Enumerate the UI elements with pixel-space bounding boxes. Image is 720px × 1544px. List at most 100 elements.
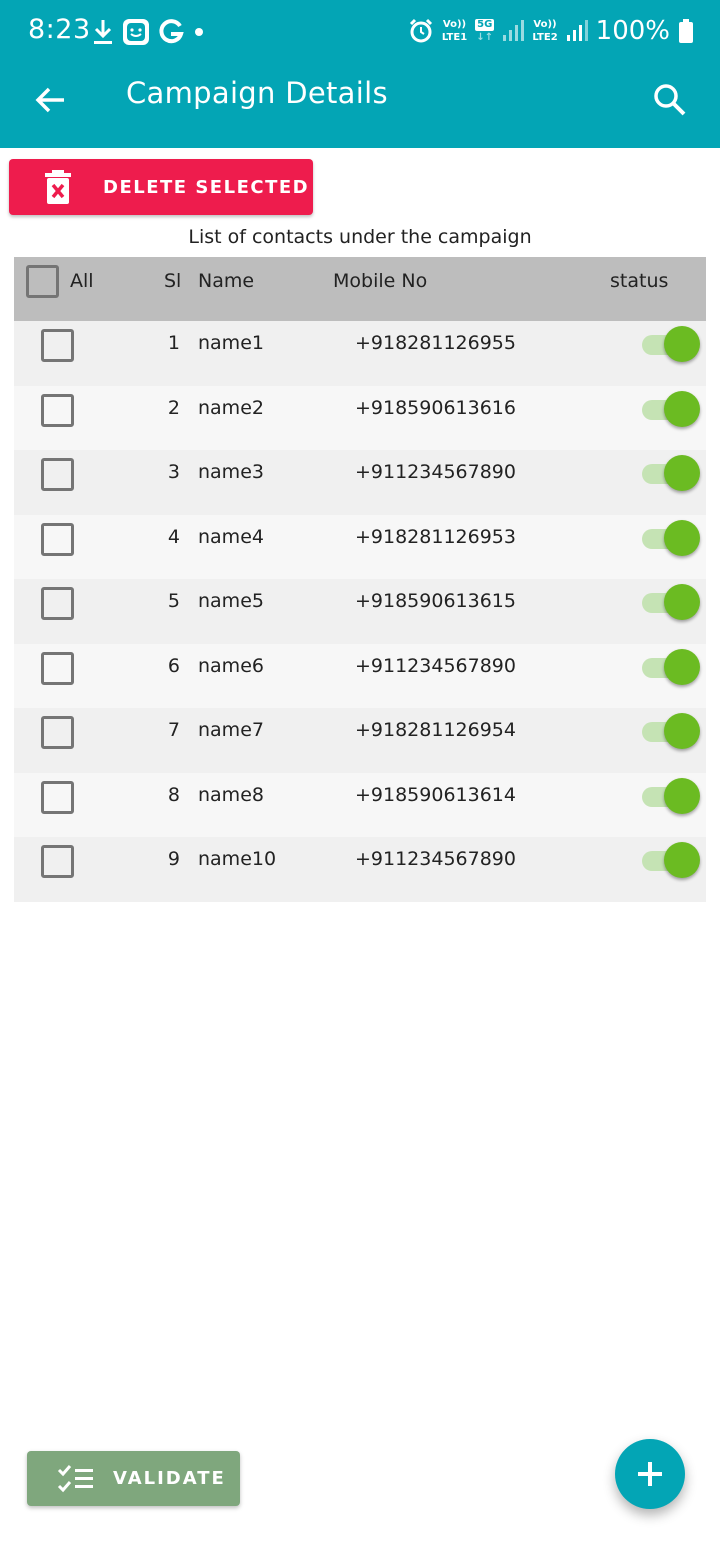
row-mobile: +918281126955 <box>355 332 516 354</box>
row-mobile: +918281126953 <box>355 525 516 548</box>
row-name: name3 <box>198 461 264 483</box>
status-toggle[interactable] <box>642 777 700 814</box>
toggle-thumb <box>664 455 700 491</box>
status-toggle[interactable] <box>642 713 700 749</box>
list-caption: List of contacts under the campaign <box>188 226 532 248</box>
delete-selected-label: DELETE SELECTED <box>103 176 310 198</box>
table-row: 7 name7 +918281126954 <box>14 708 706 773</box>
table-row: 6 name6 +911234567890 <box>14 643 706 708</box>
row-name: name10 <box>198 848 277 870</box>
toggle-thumb <box>664 390 700 427</box>
row-name: name5 <box>198 590 264 612</box>
row-mobile: +911234567890 <box>355 848 516 870</box>
row-sl: 2 <box>167 396 180 419</box>
row-mobile: +918590613616 <box>355 396 516 419</box>
page-title: Campaign Details <box>126 76 388 110</box>
row-mobile: +911234567890 <box>355 654 516 677</box>
table-row: 2 name2 +918590613616 <box>14 385 706 450</box>
search-icon <box>654 84 686 116</box>
arrow-left-icon <box>35 87 64 113</box>
row-checkbox[interactable] <box>41 651 74 685</box>
search-button[interactable] <box>646 76 694 124</box>
sim2-indicator: Vo)) LTE2 <box>532 18 558 43</box>
table-row: 9 name10 +911234567890 <box>14 837 706 902</box>
row-sl: 9 <box>167 848 180 870</box>
table-body: 1 name1 +918281126955 2 name2 +918590613616 3 n… <box>14 321 706 902</box>
select-all-checkbox[interactable] <box>26 265 59 298</box>
signal-icon <box>503 20 525 41</box>
row-sl: 3 <box>167 461 180 483</box>
google-icon <box>159 19 184 44</box>
back-button[interactable] <box>28 78 72 122</box>
header-name: Name <box>198 270 255 292</box>
status-toggle[interactable] <box>642 648 700 685</box>
table-header: All Sl Name Mobile No status <box>14 257 706 321</box>
row-mobile: +918590613615 <box>355 590 516 612</box>
header-status: status <box>610 270 669 292</box>
status-bar: 8:23 Vo)) LTE1 5G ↓↑ Vo)) LTE2 100% <box>0 0 720 62</box>
status-toggle[interactable] <box>642 455 700 491</box>
status-right-icons: Vo)) LTE1 5G ↓↑ Vo)) LTE2 100% <box>408 14 694 48</box>
battery-icon <box>679 19 693 43</box>
row-checkbox[interactable] <box>41 587 74 620</box>
add-contact-button[interactable] <box>615 1439 685 1509</box>
battery-percent: 100% <box>595 16 670 46</box>
row-checkbox[interactable] <box>41 329 74 362</box>
toggle-thumb <box>664 519 700 556</box>
toggle-thumb <box>664 648 700 685</box>
signal-icon <box>566 20 588 41</box>
validate-label: VALIDATE <box>113 1468 226 1489</box>
row-sl: 7 <box>167 719 180 741</box>
row-name: name4 <box>198 525 264 548</box>
status-time: 8:23 <box>28 14 91 45</box>
delete-icon <box>45 170 71 204</box>
status-toggle[interactable] <box>642 326 700 362</box>
header-all: All <box>70 270 94 292</box>
row-sl: 1 <box>167 332 180 354</box>
row-mobile: +918590613614 <box>355 783 516 806</box>
toggle-thumb <box>664 842 700 878</box>
row-sl: 5 <box>167 590 180 612</box>
app-face-icon <box>123 19 149 45</box>
header-sl: Sl <box>164 270 182 292</box>
alarm-icon <box>409 18 432 43</box>
row-mobile: +911234567890 <box>355 461 516 483</box>
contacts-table: All Sl Name Mobile No status 1 name1 +9182… <box>14 257 706 902</box>
delete-selected-button[interactable]: DELETE SELECTED <box>9 159 313 215</box>
header-mobile: Mobile No <box>333 270 428 292</box>
status-toggle[interactable] <box>642 519 700 556</box>
status-toggle[interactable] <box>642 390 700 427</box>
row-sl: 4 <box>167 525 180 548</box>
table-row: 4 name4 +918281126953 <box>14 514 706 579</box>
row-mobile: +918281126954 <box>355 719 516 741</box>
row-sl: 6 <box>167 654 180 677</box>
dot-icon <box>195 28 203 36</box>
toggle-thumb <box>664 326 700 362</box>
download-icon <box>94 20 112 44</box>
row-checkbox[interactable] <box>41 393 74 427</box>
table-row: 8 name8 +918590613614 <box>14 772 706 837</box>
row-name: name6 <box>198 654 264 677</box>
row-name: name7 <box>198 719 264 741</box>
row-checkbox[interactable] <box>41 845 74 878</box>
row-checkbox[interactable] <box>41 716 74 749</box>
table-row: 1 name1 +918281126955 <box>14 321 706 386</box>
row-name: name1 <box>198 332 264 354</box>
checklist-icon <box>57 1464 93 1492</box>
status-toggle[interactable] <box>642 584 700 620</box>
row-checkbox[interactable] <box>41 458 74 491</box>
validate-button[interactable]: VALIDATE <box>27 1451 240 1506</box>
table-row: 5 name5 +918590613615 <box>14 579 706 644</box>
app-header: 8:23 Vo)) LTE1 5G ↓↑ Vo)) LTE2 100% Camp… <box>0 0 720 148</box>
toggle-thumb <box>664 584 700 620</box>
status-toggle[interactable] <box>642 842 700 878</box>
row-checkbox[interactable] <box>41 780 74 814</box>
row-sl: 8 <box>167 783 180 806</box>
toggle-thumb <box>664 777 700 814</box>
5g-indicator: 5G ↓↑ <box>475 19 495 43</box>
table-row: 3 name3 +911234567890 <box>14 450 706 515</box>
row-checkbox[interactable] <box>41 522 74 556</box>
status-left-icons <box>92 16 206 48</box>
row-name: name8 <box>198 783 264 806</box>
plus-icon <box>638 1462 662 1486</box>
